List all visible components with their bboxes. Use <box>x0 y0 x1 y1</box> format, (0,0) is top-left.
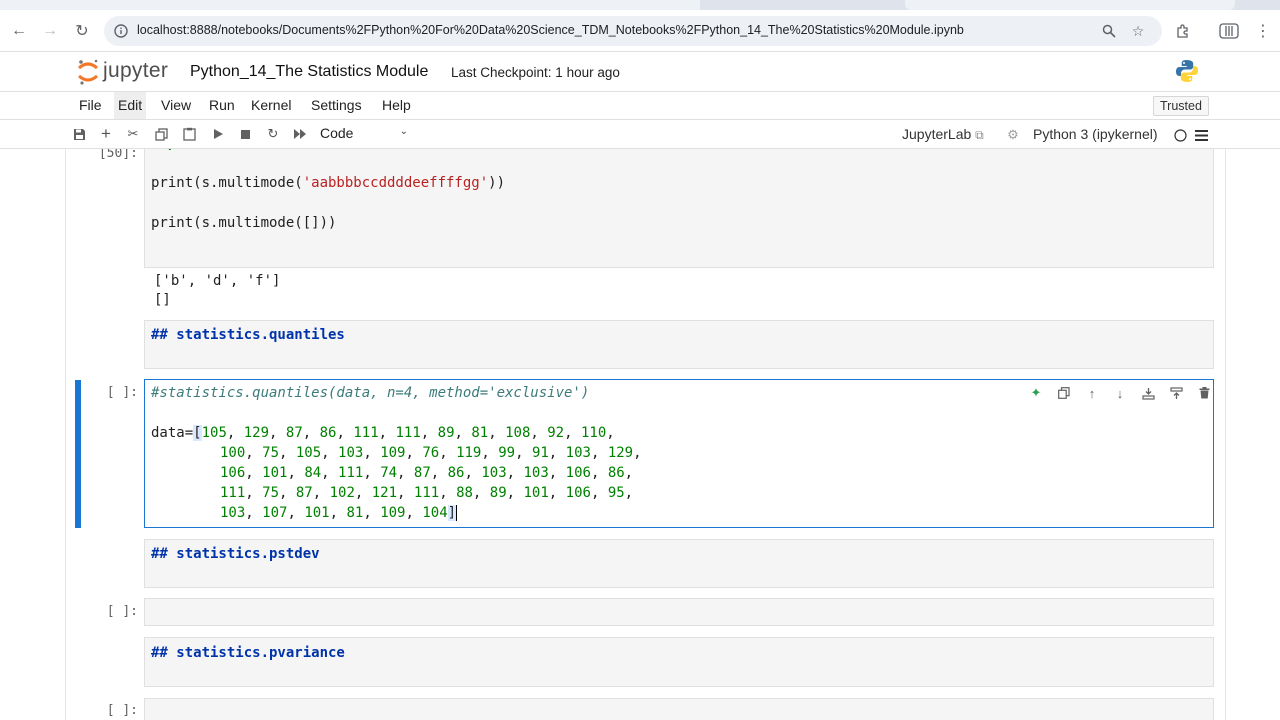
menu-run[interactable]: Run <box>207 92 237 119</box>
paste-icon[interactable] <box>180 125 198 143</box>
code-line-data: 111, 75, 87, 102, 121, 111, 88, 89, 101,… <box>220 485 634 501</box>
menu-settings[interactable]: Settings <box>309 92 364 119</box>
back-icon[interactable]: ← <box>8 20 30 42</box>
trusted-indicator[interactable]: Trusted <box>1153 96 1209 116</box>
code-line: import statistics as s <box>151 149 336 153</box>
extensions-icon[interactable] <box>1172 20 1194 42</box>
markdown-cell-editor[interactable]: ## statistics.quantiles <box>144 320 1214 369</box>
open-in-jupyterlab-link[interactable]: JupyterLab ⧉ <box>902 126 984 143</box>
stop-icon[interactable] <box>236 125 254 143</box>
menu-file[interactable]: File <box>77 92 104 119</box>
insert-below-icon[interactable] <box>1137 384 1159 402</box>
zoom-icon[interactable] <box>1100 22 1118 40</box>
menu-help[interactable]: Help <box>380 92 413 119</box>
cell-output-line: ['b', 'd', 'f'] <box>154 273 281 289</box>
markdown-heading: ## statistics.quantiles <box>151 327 345 343</box>
cell-prompt: [ ]: <box>106 385 138 400</box>
browser-tab-active[interactable] <box>0 0 700 10</box>
cell-output-line: [] <box>154 292 171 308</box>
jupyter-wordmark: jupyter <box>103 59 169 82</box>
cell-prompt: [ ]: <box>106 703 138 718</box>
kernel-status-circle-icon <box>1171 126 1189 144</box>
markdown-heading: ## statistics.pstdev <box>151 546 320 562</box>
move-down-icon[interactable]: ↓ <box>1109 384 1131 402</box>
site-info-icon[interactable] <box>112 22 130 40</box>
jupyter-header: jupyter Python_14_The Statistics Module … <box>0 52 1280 92</box>
delete-cell-icon[interactable] <box>1193 384 1215 402</box>
bookmark-star-icon[interactable]: ☆ <box>1129 22 1147 40</box>
menu-kernel[interactable]: Kernel <box>249 92 293 119</box>
code-cell-editor-active[interactable]: #statistics.quantiles(data, n=4, method=… <box>144 379 1214 528</box>
code-line-data: 103, 107, 101, 81, 109, 104] <box>220 505 458 521</box>
menu-bar: File Edit View Run Kernel Settings Help … <box>0 92 1280 120</box>
code-line: print(s.multimode([])) <box>151 215 337 231</box>
cell-type-dropdown[interactable]: Code ⌄ <box>320 125 414 144</box>
cell-type-value: Code <box>320 125 354 141</box>
browser-tab[interactable] <box>905 0 1235 10</box>
code-cell-editor[interactable]: import statistics as s print(s.multimode… <box>144 149 1214 268</box>
menu-edit[interactable]: Edit <box>114 92 147 119</box>
external-link-icon: ⧉ <box>975 128 984 142</box>
restart-icon[interactable]: ↻ <box>264 125 282 143</box>
menu-view[interactable]: View <box>159 92 193 119</box>
code-comment: #statistics.quantiles(data, n=4, method=… <box>151 385 590 401</box>
markdown-cell-editor[interactable]: ## statistics.pvariance <box>144 637 1214 687</box>
address-bar[interactable]: localhost:8888/notebooks/Documents%2FPyt… <box>104 16 1162 46</box>
code-line-data: data=[105, 129, 87, 86, 111, 111, 89, 81… <box>151 425 615 441</box>
active-cell-indicator <box>75 380 81 528</box>
more-vertical-icon[interactable]: ⋮ <box>1252 20 1274 42</box>
cell-prompt: [50]: <box>98 149 138 161</box>
notebook-area[interactable]: [50]: import statistics as s print(s.mul… <box>0 149 1280 720</box>
copy-icon[interactable] <box>152 125 170 143</box>
insert-above-icon[interactable] <box>1165 384 1187 402</box>
notebook-title[interactable]: Python_14_The Statistics Module <box>190 63 428 81</box>
move-up-icon[interactable]: ↑ <box>1081 384 1103 402</box>
jupyterlab-link-label: JupyterLab <box>902 126 972 142</box>
profile-icon[interactable] <box>1218 20 1240 42</box>
chevron-down-icon: ⌄ <box>399 126 408 137</box>
cell-prompt: [ ]: <box>106 604 138 619</box>
notebook-toolbar: + ✂ ↻ Code ⌄ JupyterLab ⧉ ⚙ Python 3 (ip… <box>0 120 1280 149</box>
duplicate-cell-icon[interactable] <box>1053 384 1075 402</box>
code-line: print(s.multimode('aabbbbccddddeeffffgg'… <box>151 175 506 191</box>
gear-icon[interactable]: ⚙ <box>1004 126 1022 144</box>
kernel-name[interactable]: Python 3 (ipykernel) <box>1033 126 1158 142</box>
url-text: localhost:8888/notebooks/Documents%2FPyt… <box>137 23 964 37</box>
markdown-cell-editor[interactable]: ## statistics.pstdev <box>144 539 1214 588</box>
menu-hamburger-icon[interactable] <box>1192 126 1210 144</box>
save-icon[interactable] <box>70 125 88 143</box>
code-line-data: 100, 75, 105, 103, 109, 76, 119, 99, 91,… <box>220 445 642 461</box>
reload-icon[interactable]: ↻ <box>71 20 93 42</box>
markdown-heading: ## statistics.pvariance <box>151 645 345 661</box>
browser-tab-strip <box>0 0 1280 10</box>
cell-toolbar: ✦ ↑ ↓ <box>1019 384 1215 402</box>
forward-icon[interactable]: → <box>39 20 61 42</box>
run-icon[interactable] <box>209 125 227 143</box>
add-cell-icon[interactable]: + <box>97 124 115 143</box>
restart-run-all-icon[interactable] <box>291 125 309 143</box>
cut-icon[interactable]: ✂ <box>124 125 142 143</box>
python-logo-icon <box>1174 58 1200 84</box>
code-cell-editor[interactable] <box>144 598 1214 626</box>
checkpoint-status: Last Checkpoint: 1 hour ago <box>451 65 620 80</box>
ai-sparkle-icon[interactable]: ✦ <box>1025 384 1047 402</box>
browser-toolbar: ← → ↻ localhost:8888/notebooks/Documents… <box>0 10 1280 52</box>
code-line-data: 106, 101, 84, 111, 74, 87, 86, 103, 103,… <box>220 465 634 481</box>
code-cell-editor[interactable] <box>144 698 1214 720</box>
jupyter-logo[interactable]: jupyter <box>76 58 186 86</box>
